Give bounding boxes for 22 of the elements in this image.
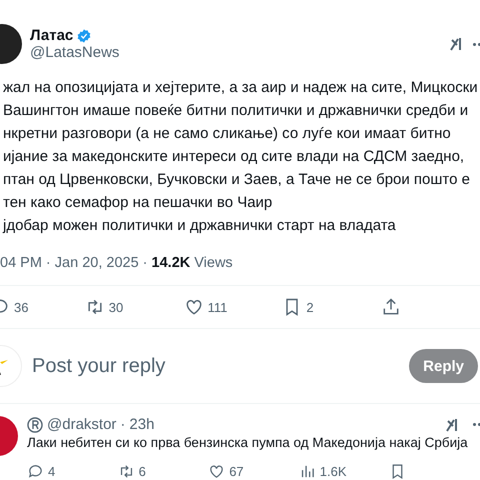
action-count: 2 <box>306 300 314 314</box>
author-name: Латас <box>30 27 74 44</box>
action-count: 67 <box>229 464 244 479</box>
reply-handle[interactable]: @drakstor <box>47 416 116 433</box>
action-count: 1.6K <box>320 464 347 479</box>
post-text-line: птан од Црвенковски, Бучковски и Заев, а Таче не се брои пошто е <box>3 170 471 190</box>
action-count: 30 <box>108 300 124 314</box>
post-text-line: јдобар можен политички и државнички старт на владата <box>3 216 397 236</box>
reply-time: 23h <box>129 416 154 433</box>
post-text-line: жал на опозицијата и хејтерите, а за аир и надеж на сите, Мицкоски <box>3 78 479 98</box>
post-timestamp: 04 PM · Jan 20, 2025 · 14.2K Views <box>0 255 234 271</box>
action-count: 111 <box>208 300 228 314</box>
reply-text: Лаки небитен си ко прва бензинска пумпа од Македонија накај Србија <box>27 434 469 452</box>
action-count: 4 <box>48 464 56 479</box>
post-text-line: тен како семафор на пешачки во Чаир <box>3 193 274 213</box>
separator-dot: · <box>120 416 126 433</box>
post-text-line: ијание за македонските интереси од сите влади на СДСМ заедно, <box>3 147 466 167</box>
post-text-line: Вашингтон имаше повеќе битни политички и државнички средби и <box>3 101 470 121</box>
post-text-line: нкретни разговори (а не само сликање) со луѓе кои имаат битно <box>3 124 452 144</box>
action-count: 36 <box>14 300 28 314</box>
action-count: 6 <box>138 464 146 479</box>
author-handle: @LatasNews <box>30 44 120 61</box>
